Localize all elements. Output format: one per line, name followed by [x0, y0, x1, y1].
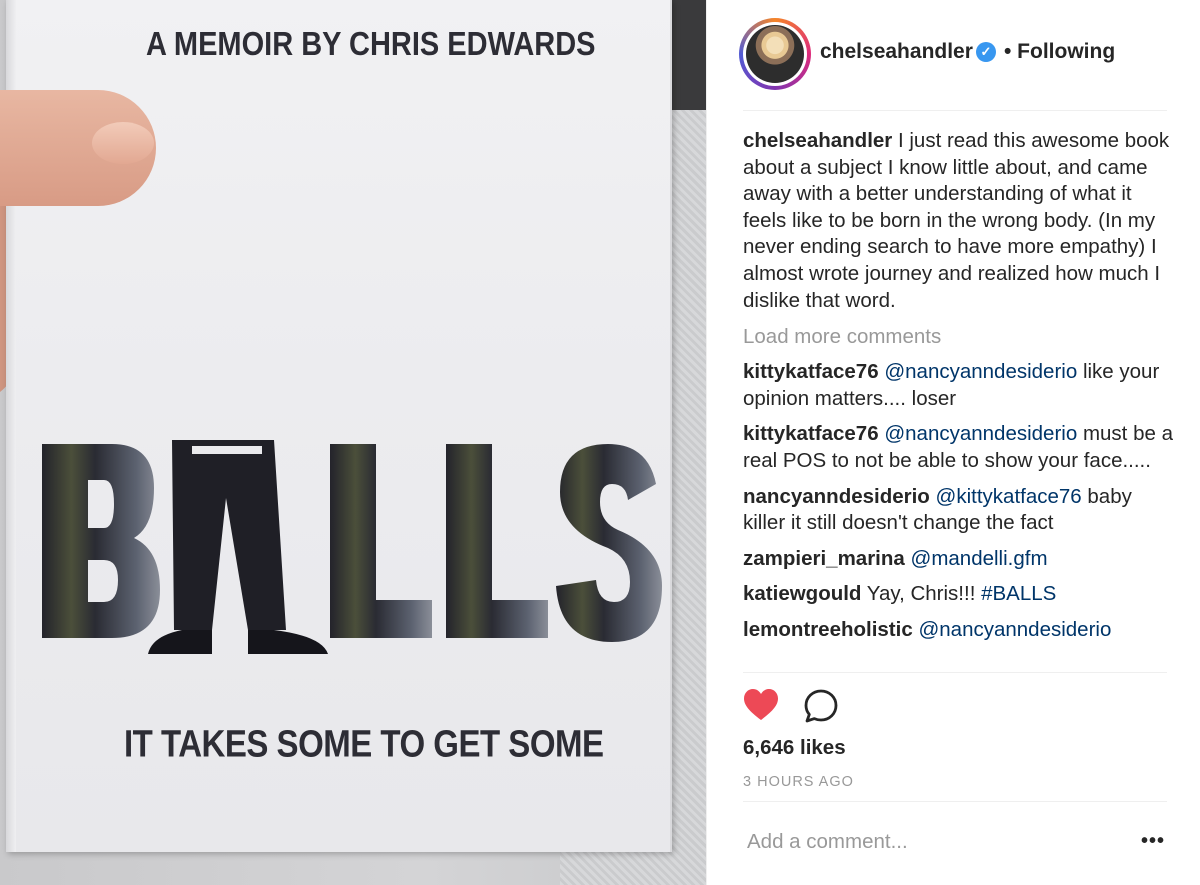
post-timestamp[interactable]: 3 HOURS AGO — [743, 774, 854, 790]
avatar-inner — [743, 22, 807, 86]
comment-item: nancyanndesiderio @kittykatface76 baby k… — [743, 484, 1173, 537]
thumb-nail — [92, 122, 154, 164]
following-button[interactable]: • Following — [1004, 40, 1115, 64]
comment-username-link[interactable]: nancyanndesiderio — [743, 485, 930, 508]
title-belt-loop — [192, 446, 262, 454]
title-letter-b — [42, 444, 160, 638]
caption-username-link[interactable]: chelseahandler — [743, 129, 892, 152]
comment-text: Yay, Chris!!! — [866, 582, 976, 606]
comment-mention-link[interactable]: @kittykatface76 — [936, 485, 1082, 508]
post-details-panel: chelseahandler ✓ • Following chelseahand… — [706, 0, 1200, 885]
comment-item: lemontreeholistic @nancyanndesiderio — [743, 617, 1173, 644]
comment-item: zampieri_marina @mandelli.gfm — [743, 546, 1173, 573]
comment-username-link[interactable]: katiewgould — [743, 582, 861, 605]
title-letter-s — [556, 444, 662, 642]
load-more-comments-button[interactable]: Load more comments — [743, 324, 1173, 350]
avatar-image — [746, 25, 804, 83]
comment-item: kittykatface76 @nancyanndesiderio like y… — [743, 359, 1173, 412]
title-shoe-right — [248, 630, 328, 654]
caption-text: I just read this awesome book about a su… — [743, 129, 1170, 312]
comment-item: katiewgould Yay, Chris!!! #BALLS — [743, 581, 1173, 608]
comment-mention-link[interactable]: @nancyanndesiderio — [918, 618, 1111, 641]
book-tagline: IT TAKES SOME TO GET SOME — [124, 722, 604, 765]
avatar[interactable] — [739, 18, 811, 90]
title-letter-l2 — [446, 444, 548, 638]
post-header: chelseahandler ✓ • Following — [707, 0, 1200, 110]
comment-username-link[interactable]: kittykatface76 — [743, 360, 879, 383]
comment-bubble-icon-svg — [804, 689, 838, 723]
comment-username-link[interactable]: zampieri_marina — [743, 547, 905, 570]
comment-username-link[interactable]: kittykatface76 — [743, 422, 879, 445]
comment-username-link[interactable]: lemontreeholistic — [743, 618, 913, 641]
title-trousers — [172, 440, 286, 630]
likes-count-link[interactable]: 6,646 likes — [743, 736, 846, 760]
heart-icon-svg — [744, 689, 778, 720]
book-title — [42, 440, 682, 660]
post-photo: A MEMOIR BY CHRIS EDWARDS IT TAKES SOME … — [0, 0, 706, 885]
comment-mention-link[interactable]: @mandelli.gfm — [911, 547, 1048, 570]
header-username-link[interactable]: chelseahandler — [820, 40, 973, 64]
comment-item: kittykatface76 @nancyanndesiderio must b… — [743, 421, 1173, 474]
title-shoe-left — [148, 630, 212, 654]
comment-hashtag-link[interactable]: #BALLS — [981, 582, 1056, 605]
post-caption: chelseahandler I just read this awesome … — [743, 128, 1173, 314]
comments-list[interactable]: chelseahandler I just read this awesome … — [743, 128, 1173, 670]
divider — [743, 801, 1167, 802]
more-options-button[interactable]: ••• — [1141, 830, 1165, 853]
book-title-graphic — [42, 440, 662, 654]
book-memoir-line: A MEMOIR BY CHRIS EDWARDS — [146, 26, 596, 63]
divider — [743, 672, 1167, 673]
title-letter-l1 — [330, 444, 432, 638]
verified-badge-icon: ✓ — [976, 42, 996, 62]
comment-mention-link[interactable]: @nancyanndesiderio — [884, 360, 1077, 383]
instagram-post: A MEMOIR BY CHRIS EDWARDS IT TAKES SOME … — [0, 0, 1200, 885]
comment-mention-link[interactable]: @nancyanndesiderio — [884, 422, 1077, 445]
heart-icon[interactable] — [743, 688, 779, 722]
add-comment-input[interactable]: Add a comment... — [747, 830, 908, 854]
divider — [743, 110, 1167, 111]
comment-bubble-icon[interactable] — [803, 688, 839, 724]
